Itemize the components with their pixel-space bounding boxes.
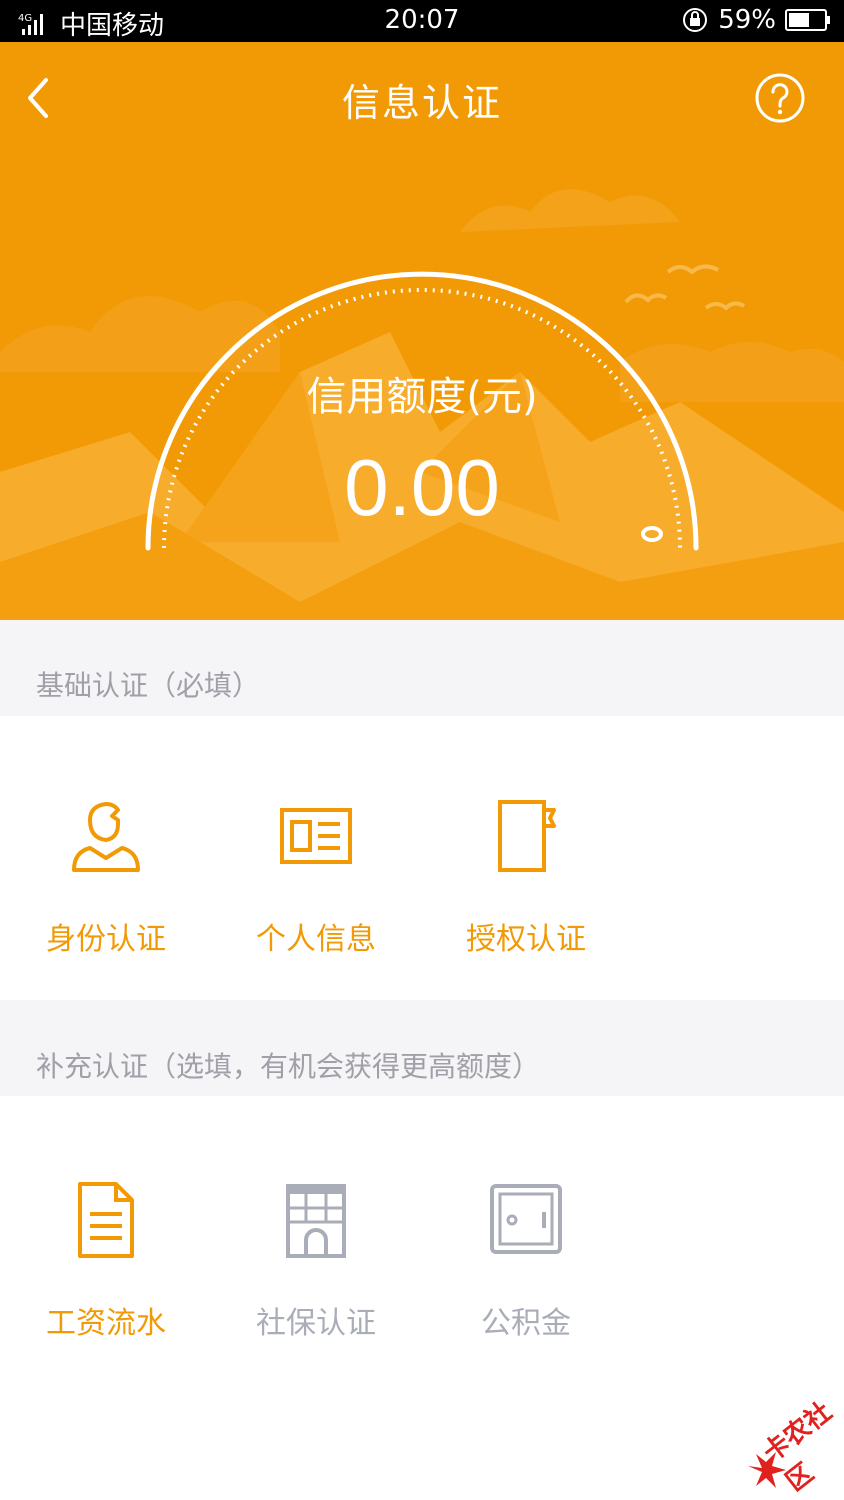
identity-auth-label: 身份认证 [46,922,166,957]
basic-section-title: 基础认证（必填） [0,620,844,716]
document-icon [78,1182,134,1258]
housing-fund-label: 公积金 [481,1306,571,1341]
extra-section: 工资流水 社保认证 公积金 [0,1096,844,1500]
page-title: 信息认证 [341,81,502,125]
status-right: 59% [680,5,832,35]
housing-fund-item[interactable]: 公积金 [426,1180,626,1342]
salary-flow-item[interactable]: 工资流水 [6,1180,206,1342]
authorization-item[interactable]: 授权认证 [426,796,626,958]
notebook-icon [498,800,556,872]
extra-section-title: 补充认证（选填，有机会获得更高额度） [0,1000,844,1096]
credit-amount: 0.00 [344,443,500,532]
building-icon [286,1184,346,1258]
user-icon [72,802,140,872]
rotation-lock-icon [683,8,708,32]
id-card-icon [280,808,352,864]
battery-percent: 59% [718,5,776,35]
personal-info-item[interactable]: 个人信息 [216,796,416,958]
identity-auth-item[interactable]: 身份认证 [6,796,206,958]
salary-flow-label: 工资流水 [46,1306,166,1341]
personal-info-label: 个人信息 [256,922,376,957]
help-button[interactable] [754,72,806,124]
status-bar: 4G 中国移动 20:07 59% [0,0,844,42]
social-security-label: 社保认证 [256,1306,376,1341]
battery-icon [785,9,830,31]
credit-banner: 信息认证 信用额度(元) 0.00 [0,42,844,620]
basic-section: 身份认证 个人信息 授权认证 [0,716,844,1000]
safe-icon [490,1184,562,1254]
social-security-item[interactable]: 社保认证 [216,1180,416,1342]
credit-label: 信用额度(元) [306,374,538,420]
authorization-label: 授权认证 [466,922,586,957]
